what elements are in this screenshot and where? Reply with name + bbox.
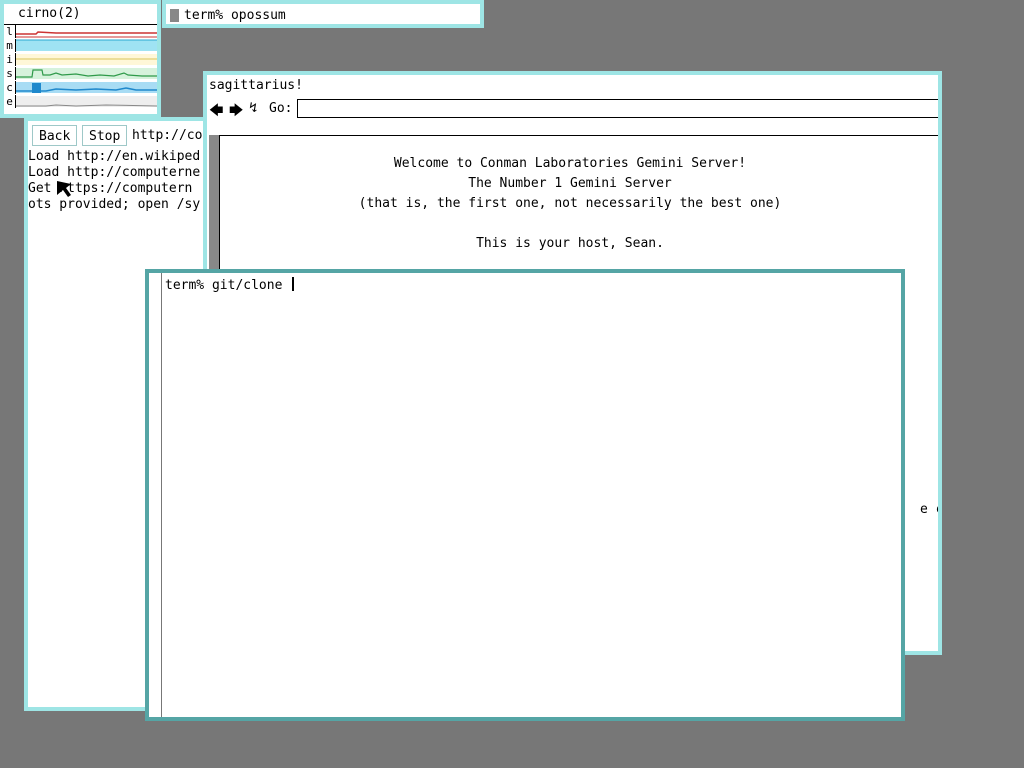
back-button[interactable]: Back: [32, 125, 78, 146]
stats-row-label: i: [4, 53, 16, 66]
scrollbar-thumb[interactable]: [170, 9, 179, 22]
stats-graph-c: [16, 82, 157, 93]
scrollbar[interactable]: [161, 273, 162, 717]
terminal-prompt[interactable]: term% git/clone: [165, 277, 295, 293]
stats-title: cirno(2): [18, 6, 81, 21]
forward-arrow-icon[interactable]: 🡆: [229, 100, 243, 124]
terminal-window[interactable]: term% git/clone: [145, 269, 905, 721]
content-line: (that is, the first one, not necessarily…: [358, 196, 782, 211]
stats-row-e: e: [4, 95, 157, 109]
back-arrow-icon[interactable]: 🡄: [209, 100, 223, 124]
stats-row-s: s: [4, 67, 157, 81]
browser-log: Load http://en.wikiped Load http://compu…: [28, 149, 200, 213]
stats-row-l: l: [4, 25, 157, 39]
stats-row-label: c: [4, 81, 16, 94]
stop-button[interactable]: Stop: [82, 125, 128, 146]
url-field[interactable]: http://co: [132, 125, 210, 146]
stats-row-label: s: [4, 67, 16, 80]
stats-graph-l: [16, 31, 157, 38]
prompt-text: term% git/clone: [165, 278, 291, 293]
reload-icon[interactable]: ↯: [249, 100, 257, 116]
stats-graph-i: [16, 54, 157, 65]
small-terminal-window[interactable]: term% opossum: [162, 0, 484, 28]
log-line: ots provided; open /sy: [28, 197, 201, 212]
go-input[interactable]: [297, 99, 938, 118]
content-line: The Number 1 Gemini Server: [468, 176, 672, 191]
log-line: Load http://en.wikiped: [28, 149, 201, 164]
go-label: Go:: [269, 101, 293, 116]
stats-graph-m: [16, 39, 157, 51]
stats-row-label: e: [4, 95, 16, 108]
stats-graph-e: [16, 96, 157, 107]
content-line: Welcome to Conman Laboratories Gemini Se…: [393, 156, 747, 171]
stats-row-label: l: [4, 25, 16, 38]
window-title: sagittarius!: [209, 78, 303, 93]
small-terminal-text: term% opossum: [184, 8, 286, 23]
log-line: Load http://computerne: [28, 165, 201, 180]
stats-graph-s: [16, 68, 157, 79]
stats-window[interactable]: cirno(2) l m i s c e: [0, 0, 161, 118]
stats-row-label: m: [4, 39, 16, 52]
log-line: Get https://computern: [28, 181, 193, 196]
stats-row-c: c: [4, 81, 157, 95]
mouse-pointer-icon: [57, 181, 71, 197]
content-line: This is your host, Sean.: [476, 236, 664, 251]
stats-row-m: m: [4, 39, 157, 53]
content-fragment: e cod: [920, 502, 938, 517]
stats-row-i: i: [4, 53, 157, 67]
text-cursor: [292, 277, 295, 291]
nav-bar: 🡄 🡆 ↯ Go:: [209, 99, 938, 119]
